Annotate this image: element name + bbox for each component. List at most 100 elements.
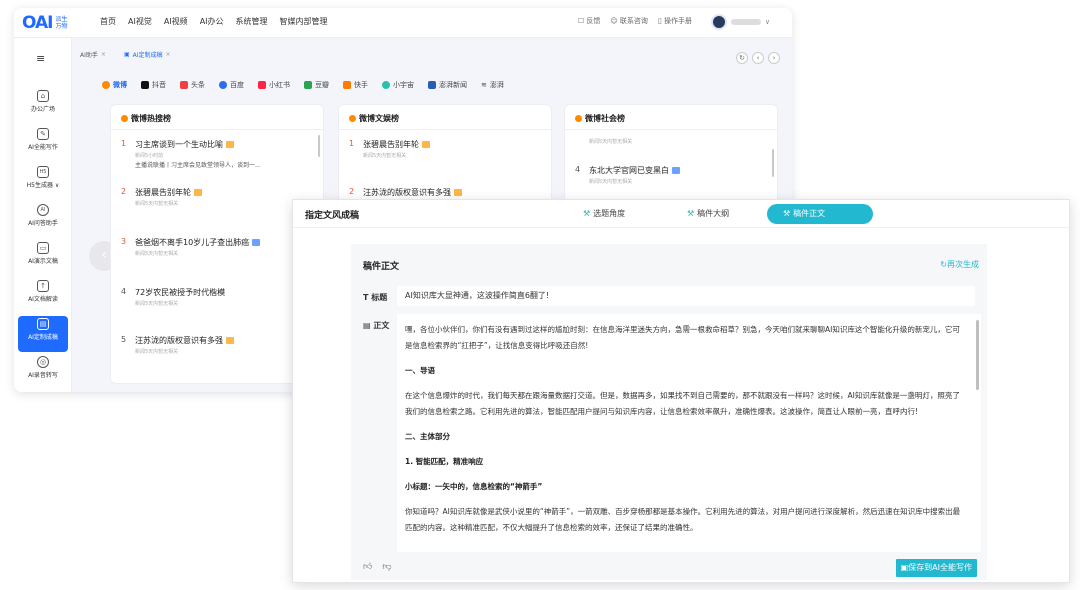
card-title: 微博热搜榜: [121, 113, 171, 124]
sidebar-item-ai-qa[interactable]: AI AI问答助手: [18, 202, 68, 238]
logo[interactable]: OAI 派生万物: [22, 13, 71, 33]
hot-tag-icon: [226, 337, 234, 344]
hot-tag-icon: [194, 189, 202, 196]
nav-item-ai-office[interactable]: AI办公: [200, 16, 224, 27]
baidu-icon: [219, 81, 227, 89]
ai-qa-icon: AI: [37, 204, 49, 216]
tab-label: 稿件大纲: [697, 209, 730, 218]
hot-item-title: 张碧晨告别年轮: [363, 139, 430, 150]
weibo-icon: [575, 115, 582, 122]
tab-outline[interactable]: ⚒ 稿件大纲: [671, 204, 745, 224]
office-square-icon: ⌂: [37, 90, 49, 102]
menu-icon[interactable]: ≡: [36, 52, 45, 65]
sidebar-item-ai-doc-reader[interactable]: ↑ AI文档解读: [18, 278, 68, 314]
hot-tag-icon: [454, 189, 462, 196]
hot-tag-icon: [422, 141, 430, 148]
weibo-icon: [121, 115, 128, 122]
nav-item-ai-video[interactable]: AI视频: [164, 16, 188, 27]
user-menu[interactable]: ∨: [710, 14, 770, 30]
thumbs-down-icon[interactable]: 👎︎: [382, 562, 391, 572]
hot-item-text: 汪苏泷的版权意识有多强: [363, 188, 451, 197]
douyin-icon: [141, 81, 149, 89]
platform-douban[interactable]: 豆瓣: [304, 80, 329, 90]
close-icon[interactable]: ×: [101, 51, 106, 58]
platform-weibo[interactable]: 微博: [102, 80, 127, 90]
doc-icon: ▣: [124, 51, 130, 58]
magic-wand-icon: ⚒: [783, 209, 791, 218]
hot-item-meta: 新闻5天内暂无相关: [135, 201, 179, 207]
save-label: 保存到AI全能写作: [908, 563, 972, 572]
style-draft-panel: 指定文风成稿 ⚒ 选题角度 ⚒ 稿件大纲 ⚒ 稿件正文 稿件正文 ↻再次生成 T 标题…: [292, 199, 1070, 583]
custom-draft-icon: ▤: [37, 318, 49, 330]
contact-link[interactable]: ☺ 联系咨询: [610, 16, 648, 26]
scrollbar[interactable]: [318, 135, 320, 157]
refresh-icon[interactable]: ↻: [736, 52, 748, 64]
platform-label: 澎湃: [489, 81, 504, 89]
platform-label: 小宇宙: [393, 81, 414, 89]
hot-item-text: 汪苏泷的版权意识有多强: [135, 336, 223, 345]
paragraph: 你知道吗？AI知识库就像是武侠小说里的“神箭手”，一箭双雕、百步穿杨那都是基本操…: [405, 507, 961, 532]
nav-item-system[interactable]: 系统管理: [236, 16, 268, 27]
h5-icon: H5: [37, 166, 49, 178]
box-title: 稿件正文: [363, 262, 400, 272]
tab-topic-angle[interactable]: ⚒ 选题角度: [567, 204, 641, 224]
platform-xiaohongshu[interactable]: 小红书: [258, 80, 290, 90]
body-textarea[interactable]: 嘿，各位小伙伴们，你们有没有遇到过这样的尴尬时刻：在信息海洋里迷失方向，急需一根…: [397, 314, 981, 552]
nav-item-home[interactable]: 首页: [100, 16, 116, 27]
platform-kuaishou[interactable]: 快手: [343, 80, 368, 90]
platform-thepaper-news[interactable]: 澎湃新闻: [428, 80, 467, 90]
platform-tabs: 微博 抖音 头条 百度 小红书 豆瓣 快手 小宇宙 澎湃新闻 ≋ 澎湃: [102, 80, 504, 90]
sidebar-item-office-square[interactable]: ⌂ 办公广场: [18, 88, 68, 124]
thepaper-icon: [428, 81, 436, 89]
hot-item-meta: 新闻5天内暂无相关: [589, 139, 633, 145]
divider: [111, 129, 323, 130]
title-label: T 标题: [363, 292, 387, 303]
tab-ai-custom-draft[interactable]: ▣ AI定制成稿 ×: [124, 50, 171, 59]
new-tag-icon: [672, 167, 680, 174]
hot-tag-icon: [226, 141, 234, 148]
tab-label: 稿件正文: [793, 209, 826, 218]
thumbs-up-icon[interactable]: 👍︎: [363, 562, 372, 572]
platform-label: 头条: [191, 81, 205, 89]
title-field[interactable]: AI知识库大显神通，这波操作简直6翻了!: [397, 286, 975, 306]
chevron-right-icon[interactable]: ›: [768, 52, 780, 64]
xiaoyuzhou-icon: [382, 81, 390, 89]
platform-xiaoyuzhou[interactable]: 小宇宙: [382, 80, 414, 90]
sidebar-item-ai-slides[interactable]: ▭ AI演示文稿: [18, 240, 68, 276]
manual-link[interactable]: ▯ 操作手册: [658, 16, 692, 26]
scrollbar[interactable]: [772, 149, 774, 177]
tab-ai-assistant[interactable]: AI助手 ×: [80, 50, 106, 59]
platform-baidu[interactable]: 百度: [219, 80, 244, 90]
regenerate-button[interactable]: ↻再次生成: [940, 259, 979, 270]
avatar: [710, 14, 727, 30]
card-title-text: 微博热搜榜: [131, 114, 171, 123]
save-to-ai-writing-button[interactable]: ▣保存到AI全能写作: [895, 559, 977, 577]
nav-item-ai-vision[interactable]: AI视觉: [128, 16, 152, 27]
divider: [339, 129, 551, 130]
feedback-link[interactable]: ☐ 反馈: [578, 16, 601, 26]
tab-label: AI助手: [80, 52, 98, 59]
scrollbar[interactable]: [976, 320, 979, 390]
hot-item-title: 爸爸烟不离手10岁儿子查出肺癌: [135, 237, 261, 248]
platform-label: 微博: [113, 81, 127, 89]
sidebar-item-ai-transcribe[interactable]: ◎ AI录音转写: [18, 354, 68, 390]
tab-body[interactable]: ⚒ 稿件正文: [767, 204, 873, 224]
platform-douyin[interactable]: 抖音: [141, 80, 166, 90]
sidebar-item-ai-custom-draft[interactable]: ▤ AI定制成稿: [18, 316, 68, 352]
sidebar-item-ai-writing[interactable]: ✎ AI全能写作: [18, 126, 68, 162]
hot-item-text: 张碧晨告别年轮: [363, 140, 419, 149]
feedback-label: 反馈: [586, 17, 601, 25]
magic-wand-icon: ⚒: [583, 209, 591, 218]
section-heading: 小标题：一矢中的，信息检索的“神箭手”: [405, 482, 543, 491]
platform-label: 百度: [230, 81, 244, 89]
sidebar-item-h5-generator[interactable]: H5 H5生成器 ∨: [18, 164, 68, 200]
platform-thepaper[interactable]: ≋ 澎湃: [481, 80, 504, 90]
hot-item-title: 张碧晨告别年轮: [135, 187, 202, 198]
chevron-left-icon[interactable]: ‹: [752, 52, 764, 64]
rank-number: 3: [121, 237, 127, 246]
nav-item-media-admin[interactable]: 智媒内部管理: [280, 16, 328, 27]
section-heading: 一、导语: [405, 366, 435, 375]
magic-wand-icon: ⚒: [687, 209, 695, 218]
platform-toutiao[interactable]: 头条: [180, 80, 205, 90]
close-icon[interactable]: ×: [166, 51, 171, 58]
